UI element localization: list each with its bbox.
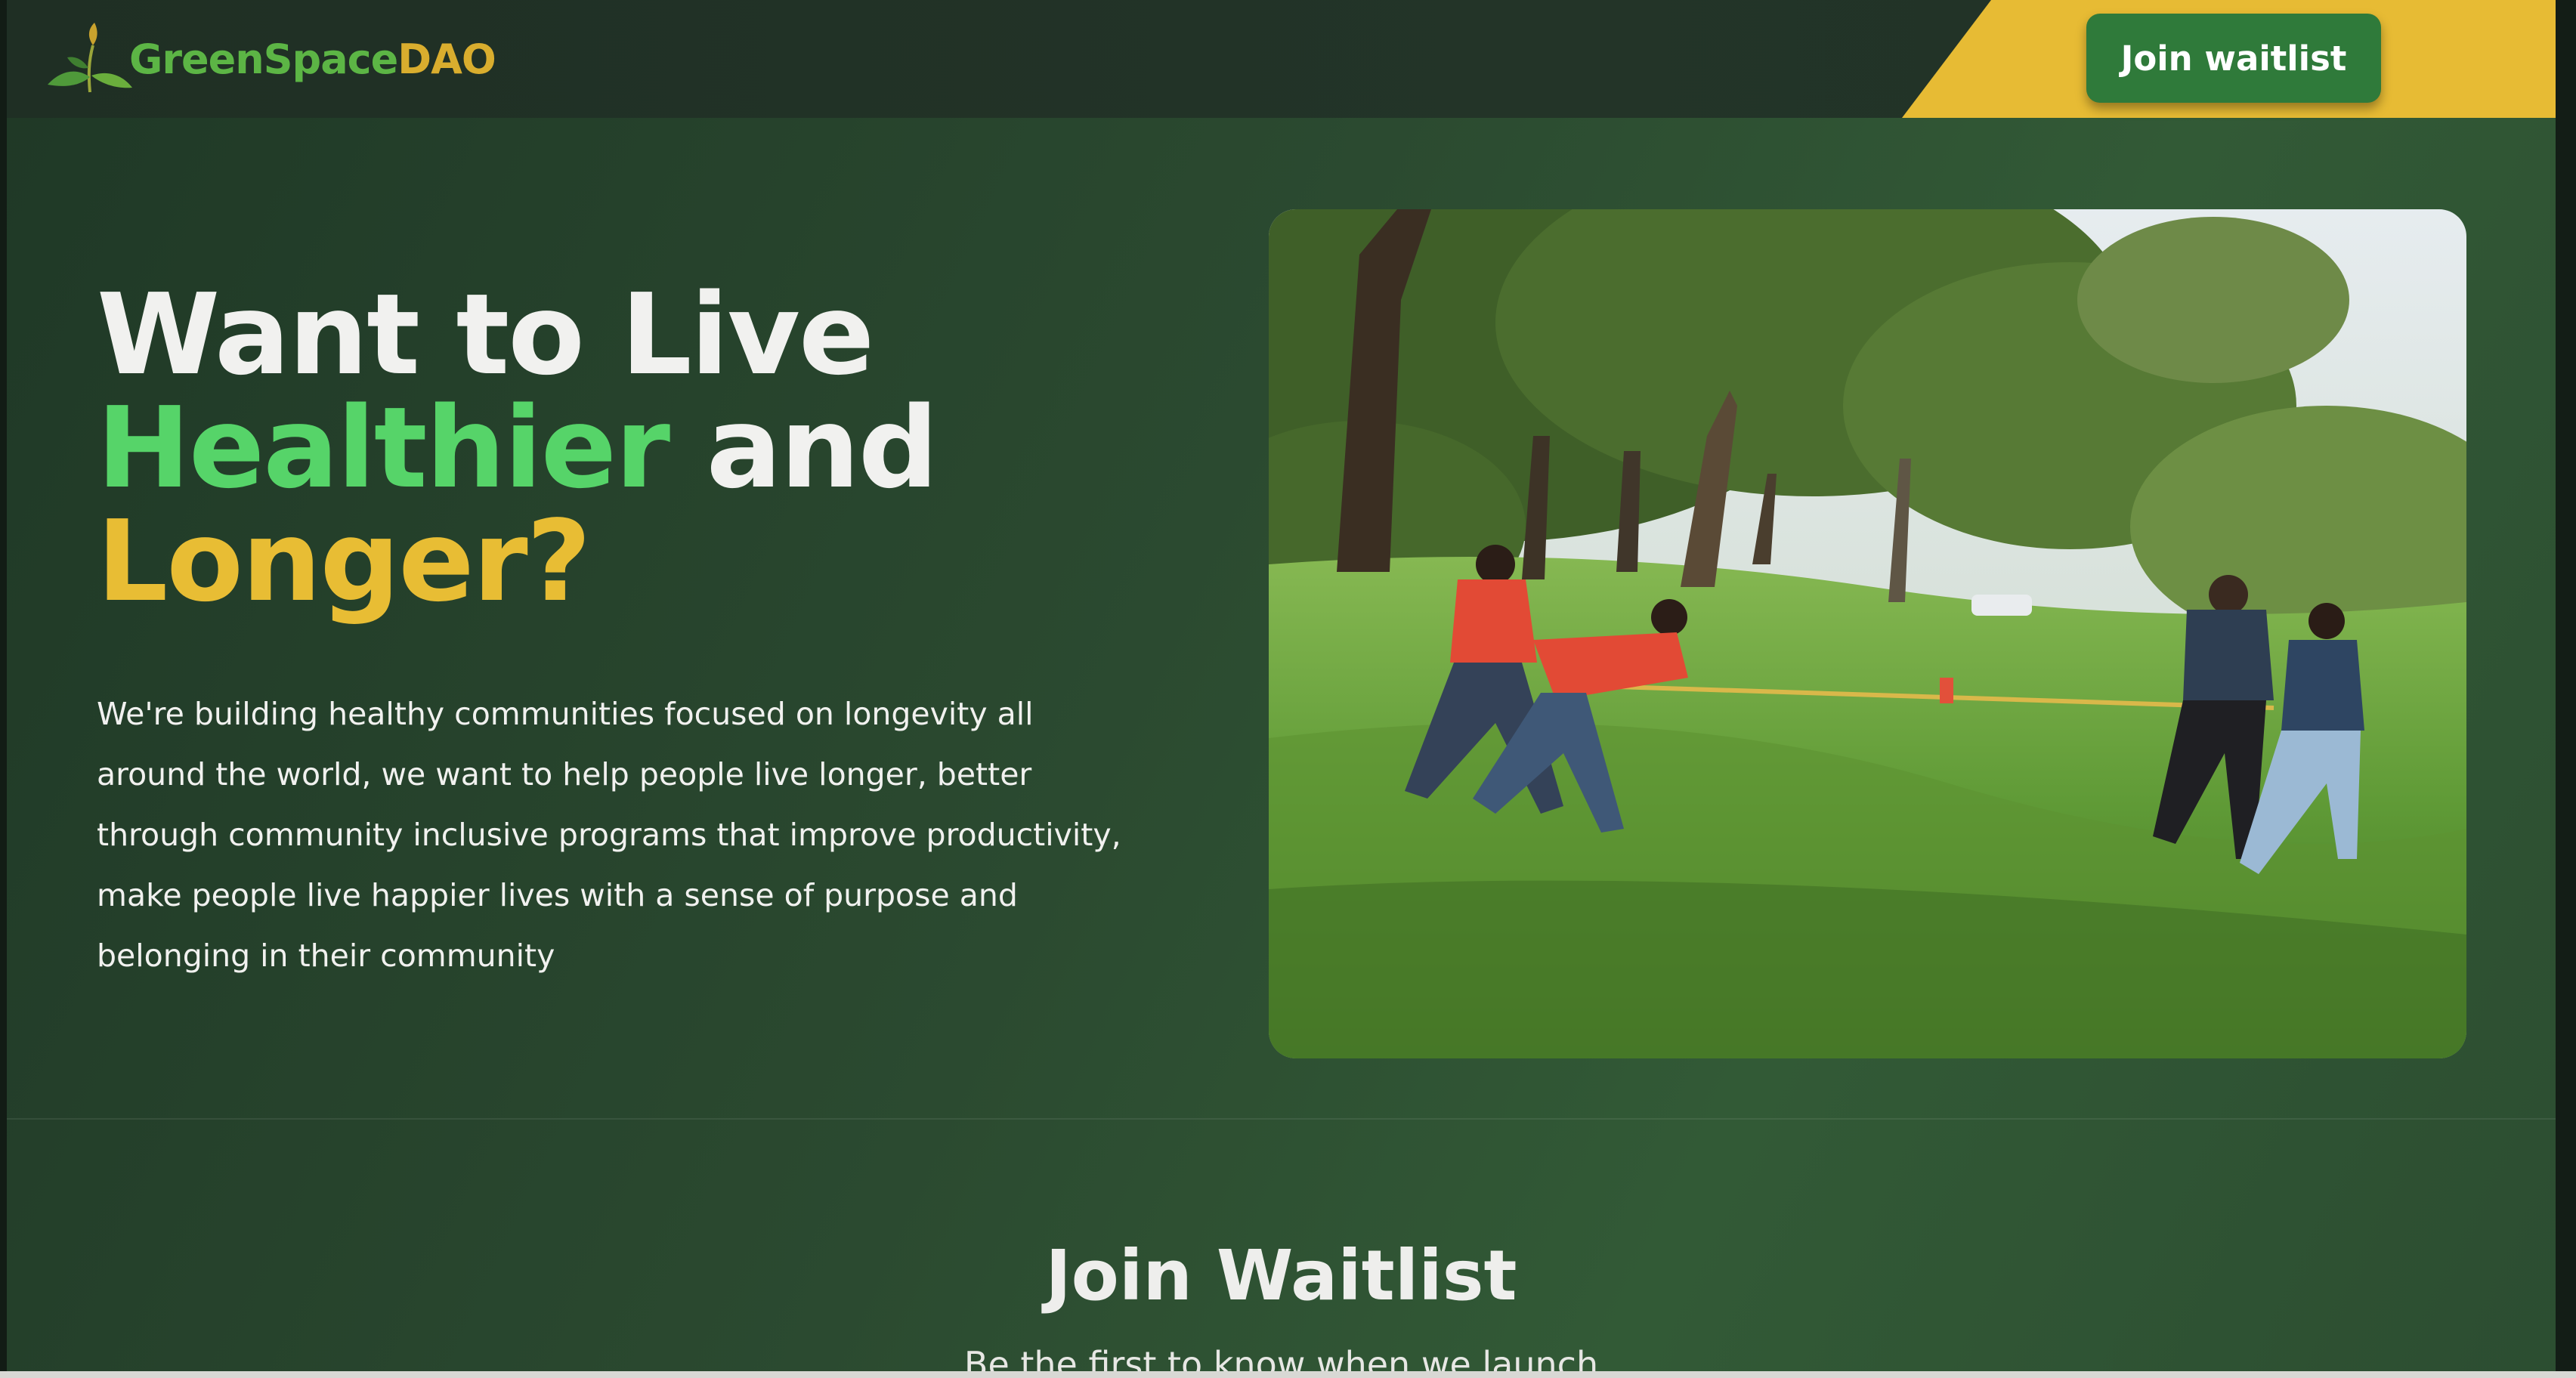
window-bottom-edge [0, 1371, 2576, 1378]
hero-title-healthier: Healthier [97, 383, 670, 513]
brand-logo[interactable]: GreenSpaceDAO [45, 21, 496, 97]
hero-title-line1: Want to Live [97, 270, 874, 400]
section-divider [7, 1118, 2556, 1120]
site-header: GreenSpaceDAO Join waitlist [7, 0, 2562, 118]
leaf-sprout-icon [48, 23, 132, 93]
window-frame-left [0, 0, 7, 1378]
hero-image [1269, 209, 2466, 1058]
hero-title-and: and [706, 383, 939, 513]
hero-title: Want to Live Healthier and Longer? [97, 278, 1155, 618]
brand-name: GreenSpaceDAO [129, 35, 496, 83]
hero-title-longer: Longer? [97, 496, 592, 626]
hero-description: We're building healthy communities focus… [97, 696, 1121, 974]
page: GreenSpaceDAO Join waitlist Want to Live… [0, 0, 2576, 1378]
join-waitlist-button[interactable]: Join waitlist [2086, 14, 2381, 103]
window-frame-right [2556, 0, 2576, 1378]
waitlist-title: Join Waitlist [1045, 1235, 1517, 1316]
